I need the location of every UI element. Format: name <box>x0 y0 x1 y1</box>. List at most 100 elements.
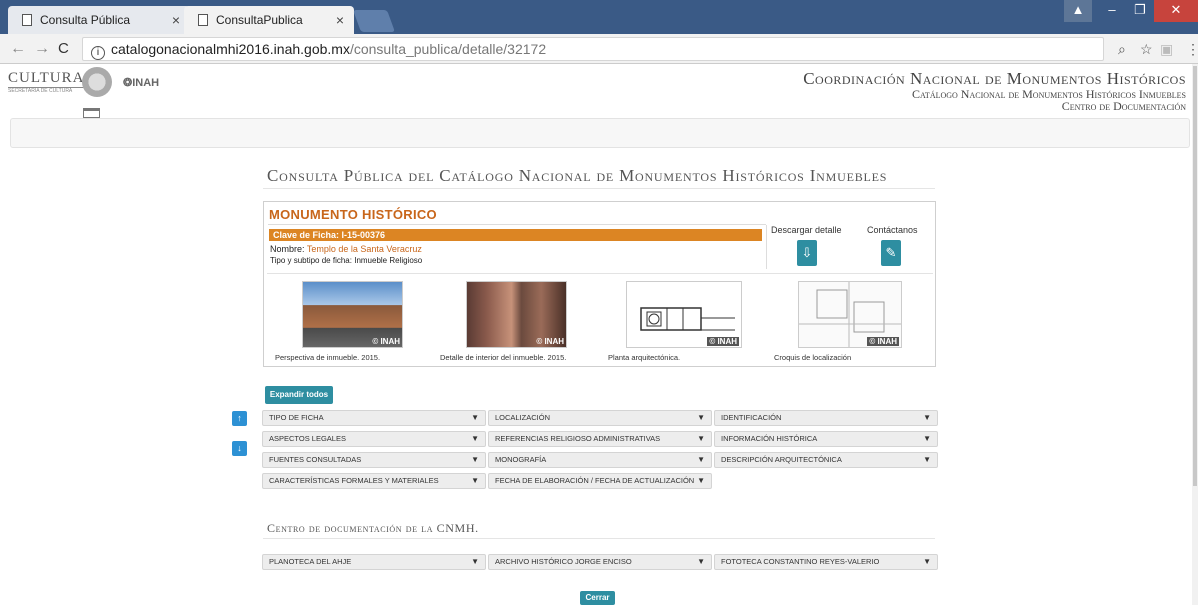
document-icon <box>198 14 208 26</box>
chevron-down-icon: ▼ <box>471 413 479 422</box>
photo-perspectiva[interactable]: © INAH <box>302 281 403 348</box>
coordination-title: Coordinación Nacional de Monumentos Hist… <box>803 69 1186 113</box>
url-host: catalogonacionalmhi2016.inah.gob.mx <box>111 41 350 57</box>
chevron-down-icon: ▼ <box>471 455 479 464</box>
contact-label: Contáctanos <box>867 225 918 235</box>
section-monografia[interactable]: MONOGRAFÍA ▼ <box>488 452 712 468</box>
pdf-download-icon: ⇩ <box>801 245 813 260</box>
chevron-down-icon: ▼ <box>697 455 705 464</box>
section-fototeca[interactable]: FOTOTECA CONSTANTINO REYES-VALERIO ▼ <box>714 554 938 570</box>
chevron-down-icon: ▼ <box>923 557 931 566</box>
chevron-down-icon: ▼ <box>697 557 705 566</box>
mexico-seal-icon <box>82 67 112 97</box>
building-icon <box>83 108 100 118</box>
section-identificacion[interactable]: IDENTIFICACIÓN ▼ <box>714 410 938 426</box>
section-localizacion[interactable]: LOCALIZACIÓN ▼ <box>488 410 712 426</box>
browser-tab-1[interactable]: Consulta Pública × <box>8 6 190 34</box>
reload-icon[interactable]: C <box>58 40 69 57</box>
close-button[interactable]: Cerrar <box>580 591 615 605</box>
section-caracteristicas[interactable]: CARACTERÍSTICAS FORMALES Y MATERIALES ▼ <box>262 473 486 489</box>
section-descripcion[interactable]: DESCRIPCIÓN ARQUITECTÓNICA ▼ <box>714 452 938 468</box>
tipo-label: Tipo y subtipo de ficha: <box>270 256 352 265</box>
chevron-down-icon: ▼ <box>923 455 931 464</box>
photo-caption: Croquis de localización <box>774 353 852 362</box>
watermark: © INAH <box>707 337 739 346</box>
tab-title: ConsultaPublica <box>216 13 303 27</box>
bookmark-star-icon[interactable]: ☆ <box>1140 41 1153 58</box>
section-referencias[interactable]: REFERENCIAS RELIGIOSO ADMINISTRATIVAS ▼ <box>488 431 712 447</box>
zoom-icon[interactable]: ⌕ <box>1118 41 1126 58</box>
section-label: TIPO DE FICHA <box>269 413 324 422</box>
doc-center-title: Centro de documentación de la CNMH. <box>267 521 479 535</box>
section-label: REFERENCIAS RELIGIOSO ADMINISTRATIVAS <box>495 434 661 443</box>
download-pdf-button[interactable]: ⇩ <box>797 240 817 266</box>
page-scrollbar[interactable] <box>1192 64 1198 605</box>
section-label: FUENTES CONSULTADAS <box>269 455 362 464</box>
new-tab-button[interactable] <box>352 10 396 32</box>
extension-icon[interactable]: ▣ <box>1160 41 1173 58</box>
contact-button[interactable]: ✎ <box>881 240 901 266</box>
url-path: /consulta_publica/detalle/32172 <box>349 41 547 57</box>
tipo-line: Tipo y subtipo de ficha: Inmueble Religi… <box>270 256 422 265</box>
section-label: INFORMACIÓN HISTÓRICA <box>721 434 818 443</box>
url-input[interactable]: i catalogonacionalmhi2016.inah.gob.mx/con… <box>82 37 1104 61</box>
browser-tab-2[interactable]: ConsultaPublica × <box>184 6 354 34</box>
window-controls: ▲ – ❐ ✕ <box>1064 0 1198 22</box>
user-icon[interactable]: ▲ <box>1064 0 1092 22</box>
cultura-logo: CULTURA <box>8 70 85 88</box>
back-icon[interactable]: ← <box>10 40 26 58</box>
watermark: © INAH <box>536 337 564 346</box>
chevron-down-icon: ▼ <box>923 434 931 443</box>
photo-gallery: © INAH Perspectiva de inmueble. 2015. © … <box>267 273 933 364</box>
edit-share-icon: ✎ <box>885 245 897 260</box>
photo-caption: Planta arquitectónica. <box>608 353 681 362</box>
section-label: FOTOTECA CONSTANTINO REYES-VALERIO <box>721 557 880 566</box>
section-label: DESCRIPCIÓN ARQUITECTÓNICA <box>721 455 842 464</box>
menu-icon[interactable]: ⋮ <box>1186 41 1198 58</box>
section-label: LOCALIZACIÓN <box>495 413 551 422</box>
inah-logo: ❂INAH <box>123 77 160 89</box>
navbar <box>10 118 1190 148</box>
section-label: FECHA DE ELABORACIÓN / FECHA DE ACTUALIZ… <box>495 476 695 485</box>
photo-croquis[interactable]: © INAH <box>798 281 902 348</box>
divider <box>263 538 935 539</box>
section-fuentes[interactable]: FUENTES CONSULTADAS ▼ <box>262 452 486 468</box>
photo-caption: Detalle de interior del inmueble. 2015. <box>440 353 567 362</box>
coord-line-1: Coordinación Nacional de Monumentos Hist… <box>803 69 1186 88</box>
section-planoteca[interactable]: PLANOTECA DEL AHJE ▼ <box>262 554 486 570</box>
restore-icon[interactable]: ❐ <box>1126 0 1154 22</box>
divider <box>268 224 766 225</box>
photo-planta[interactable]: © INAH <box>626 281 742 348</box>
close-tab-icon[interactable]: × <box>336 12 344 28</box>
nombre-value: Templo de la Santa Veracruz <box>306 244 422 254</box>
section-archivo-historico[interactable]: ARCHIVO HISTÓRICO JORGE ENCISO ▼ <box>488 554 712 570</box>
section-tipo-de-ficha[interactable]: TIPO DE FICHA ▼ <box>262 410 486 426</box>
forward-icon[interactable]: → <box>34 40 50 58</box>
close-window-icon[interactable]: ✕ <box>1154 0 1198 22</box>
page-title: Consulta Pública del Catálogo Nacional d… <box>267 166 888 185</box>
chevron-down-icon: ▼ <box>471 557 479 566</box>
nombre-line: Nombre: Templo de la Santa Veracruz <box>270 244 422 254</box>
section-label: MONOGRAFÍA <box>495 455 547 464</box>
scroll-up-button[interactable]: ↑ <box>232 411 247 426</box>
info-icon[interactable]: i <box>91 46 105 60</box>
chevron-down-icon: ▼ <box>923 413 931 422</box>
arrow-up-icon: ↑ <box>237 413 242 423</box>
nombre-label: Nombre: <box>270 244 305 254</box>
address-bar: ← → C i catalogonacionalmhi2016.inah.gob.… <box>0 34 1198 64</box>
monument-heading: MONUMENTO HISTÓRICO <box>269 207 437 222</box>
photo-interior[interactable]: © INAH <box>466 281 567 348</box>
minimize-icon[interactable]: – <box>1098 0 1126 22</box>
section-informacion-historica[interactable]: INFORMACIÓN HISTÓRICA ▼ <box>714 431 938 447</box>
scroll-down-button[interactable]: ↓ <box>232 441 247 456</box>
section-label: IDENTIFICACIÓN <box>721 413 782 422</box>
close-tab-icon[interactable]: × <box>172 12 180 28</box>
chevron-down-icon: ▼ <box>697 413 705 422</box>
section-label: ASPECTOS LEGALES <box>269 434 346 443</box>
section-fecha[interactable]: FECHA DE ELABORACIÓN / FECHA DE ACTUALIZ… <box>488 473 712 489</box>
section-aspectos-legales[interactable]: ASPECTOS LEGALES ▼ <box>262 431 486 447</box>
scrollbar-thumb[interactable] <box>1193 66 1197 486</box>
tab-title: Consulta Pública <box>40 13 131 27</box>
expand-all-button[interactable]: Expandir todos <box>265 386 333 404</box>
watermark: © INAH <box>372 337 400 346</box>
